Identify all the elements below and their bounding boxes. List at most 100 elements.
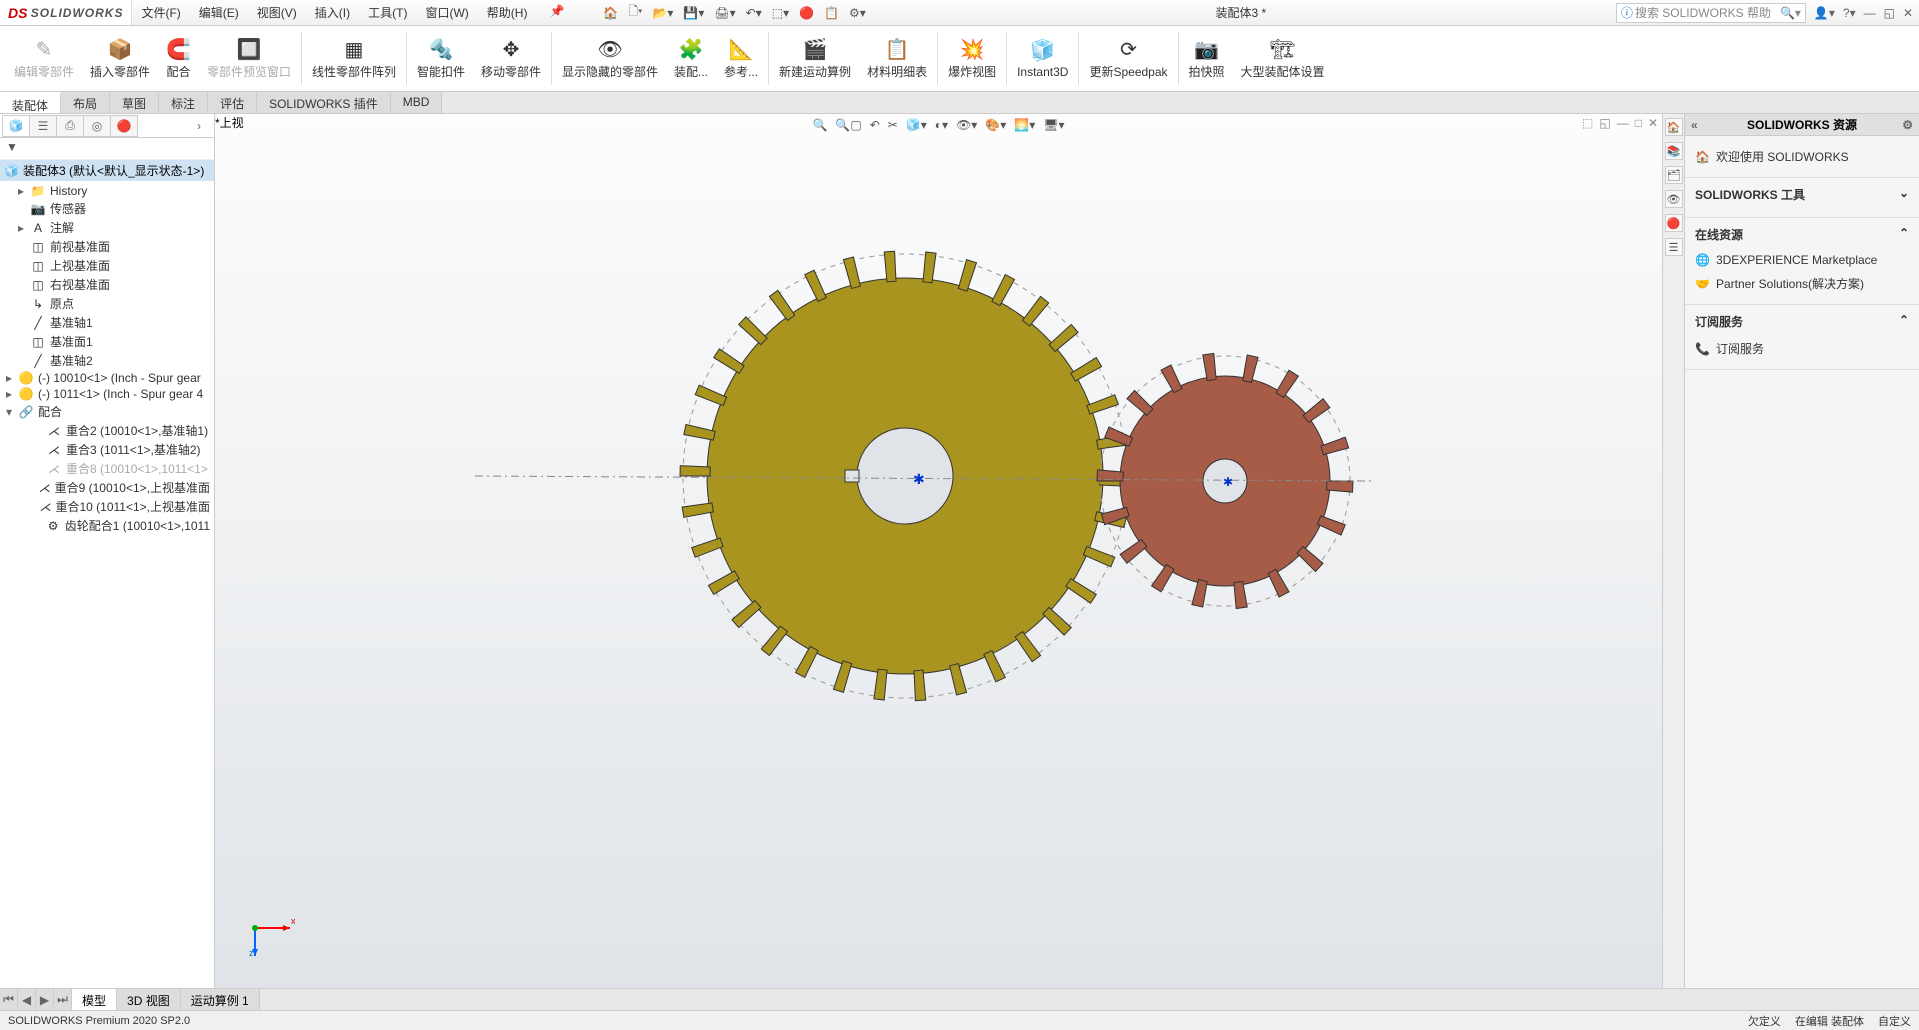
vp-link-icon[interactable]: ⬚ <box>1582 116 1593 130</box>
user-icon[interactable]: 👤▾ <box>1814 6 1835 20</box>
edit-appearance-icon[interactable]: 🎨▾ <box>985 118 1006 132</box>
menu-window[interactable]: 窗口(W) <box>416 4 477 21</box>
cmd-update-speedpak[interactable]: ⟳更新Speedpak <box>1081 28 1175 89</box>
cmd-edit-component[interactable]: ✎编辑零部件 <box>6 28 82 89</box>
menu-help[interactable]: 帮助(H) <box>478 4 537 21</box>
feature-tree-item[interactable]: ⋌重合9 (10010<1>,上视基准面 <box>0 478 214 497</box>
tab-mbd[interactable]: MBD <box>391 92 443 113</box>
tab-layout[interactable]: 布局 <box>61 92 110 113</box>
tab-plugins[interactable]: SOLIDWORKS 插件 <box>257 92 391 113</box>
feature-tree-item[interactable]: ▾🔗配合 <box>0 402 214 421</box>
tab-annotate[interactable]: 标注 <box>159 92 208 113</box>
ft-tab-appearance-icon[interactable]: 🔴 <box>110 115 138 137</box>
cmd-instant3d[interactable]: 🧊Instant3D <box>1009 28 1076 89</box>
feature-tree-item[interactable]: ⚙齿轮配合1 (10010<1>,1011 <box>0 516 214 535</box>
feature-tree-item[interactable]: ⋌重合2 (10010<1>,基准轴1) <box>0 421 214 440</box>
view-settings-icon[interactable]: 🖥▾ <box>1043 118 1064 132</box>
cmd-preview-window[interactable]: 🔲零部件预览窗口 <box>199 28 299 89</box>
cmd-snapshot[interactable]: 📷拍快照 <box>1181 28 1233 89</box>
feature-filter[interactable]: ▼ <box>0 138 214 160</box>
select-icon[interactable]: ⬚▾ <box>772 6 789 20</box>
vp-max-icon[interactable]: □ <box>1635 116 1642 130</box>
prev-view-icon[interactable]: ↶ <box>870 118 880 132</box>
status-custom[interactable]: 自定义 <box>1878 1013 1911 1029</box>
taskpane-settings-icon[interactable]: ⚙ <box>1902 118 1913 132</box>
btab-motion[interactable]: 运动算例 1 <box>181 989 260 1010</box>
print-icon[interactable]: 🖨▾ <box>714 6 735 20</box>
vp-close-icon[interactable]: ✕ <box>1648 116 1658 130</box>
settings-icon[interactable]: ⚙▾ <box>849 6 866 20</box>
apply-scene-icon[interactable]: 🌅▾ <box>1014 118 1035 132</box>
save-icon[interactable]: 💾▾ <box>683 6 704 20</box>
new-icon[interactable]: 🗋▾ <box>628 2 642 23</box>
tp-partner-solutions[interactable]: 🤝Partner Solutions(解决方案) <box>1695 271 1909 296</box>
cmd-large-assembly[interactable]: 🏗大型装配体设置 <box>1233 28 1333 89</box>
tp-tab-appearance-icon[interactable]: 🔴 <box>1665 214 1683 232</box>
pin-icon[interactable]: 📌 <box>540 4 573 21</box>
home-icon[interactable]: 🏠 <box>603 6 618 20</box>
vp-min-icon[interactable]: — <box>1617 116 1629 130</box>
minimize-icon[interactable]: — <box>1864 6 1876 20</box>
taskpane-collapse-icon[interactable]: « <box>1691 118 1698 132</box>
ft-tab-more-icon[interactable]: › <box>185 115 213 137</box>
zoom-area-icon[interactable]: 🔍▢ <box>835 118 861 132</box>
options-icon[interactable]: 📋 <box>824 6 839 20</box>
ft-tab-property-icon[interactable]: ☰ <box>29 115 57 137</box>
btab-first-icon[interactable]: ⏮ <box>0 989 18 1010</box>
tp-welcome[interactable]: 🏠欢迎使用 SOLIDWORKS <box>1695 144 1909 169</box>
btab-prev-icon[interactable]: ◀ <box>18 989 36 1010</box>
cmd-linear-pattern[interactable]: ▦线性零部件阵列 <box>304 28 404 89</box>
display-style-icon[interactable]: ◐▾ <box>935 118 948 132</box>
feature-tree-item[interactable]: ◫基准面1 <box>0 332 214 351</box>
tp-tools-header[interactable]: SOLIDWORKS 工具⌄ <box>1695 186 1909 203</box>
menu-edit[interactable]: 编辑(E) <box>190 4 248 21</box>
menu-insert[interactable]: 插入(I) <box>306 4 359 21</box>
feature-tree-item[interactable]: ╱基准轴2 <box>0 351 214 370</box>
hide-show-icon[interactable]: 👁▾ <box>956 118 977 132</box>
zoom-fit-icon[interactable]: 🔍 <box>812 118 827 132</box>
feature-tree-item[interactable]: ▸📁History <box>0 183 214 199</box>
help-dropdown-icon[interactable]: ?▾ <box>1843 6 1856 20</box>
menu-tools[interactable]: 工具(T) <box>359 4 416 21</box>
rebuild-icon[interactable]: 🔴 <box>799 6 814 20</box>
cmd-bom[interactable]: 📋材料明细表 <box>859 28 935 89</box>
menu-view[interactable]: 视图(V) <box>248 4 306 21</box>
ft-tab-config-icon[interactable]: ⎙ <box>56 115 84 137</box>
tp-3dx-marketplace[interactable]: 🌐3DEXPERIENCE Marketplace <box>1695 249 1909 271</box>
close-icon[interactable]: ✕ <box>1903 6 1913 20</box>
cmd-show-hide[interactable]: 👁显示隐藏的零部件 <box>554 28 666 89</box>
graphics-viewport[interactable]: 🔍 🔍▢ ↶ ✂ 🧊▾ ◐▾ 👁▾ 🎨▾ 🌅▾ 🖥▾ ⬚ ◱ — □ ✕ <box>215 114 1662 988</box>
btab-model[interactable]: 模型 <box>72 989 117 1010</box>
tp-subscription-header[interactable]: 订阅服务⌃ <box>1695 313 1909 330</box>
tp-tab-library-icon[interactable]: 📚 <box>1665 142 1683 160</box>
vp-popout-icon[interactable]: ◱ <box>1599 116 1610 130</box>
feature-tree-item[interactable]: ▸🟡(-) 1011<1> (Inch - Spur gear 4 <box>0 386 214 402</box>
feature-tree-item[interactable]: ▸🟡(-) 10010<1> (Inch - Spur gear <box>0 370 214 386</box>
btab-last-icon[interactable]: ⏭ <box>54 989 72 1010</box>
tp-subscription-service[interactable]: 📞订阅服务 <box>1695 336 1909 361</box>
cmd-mate[interactable]: 🧲配合 <box>158 28 199 89</box>
btab-next-icon[interactable]: ▶ <box>36 989 54 1010</box>
feature-tree-item[interactable]: 📷传感器 <box>0 199 214 218</box>
tp-online-header[interactable]: 在线资源⌃ <box>1695 226 1909 243</box>
btab-3dview[interactable]: 3D 视图 <box>117 989 181 1010</box>
tp-tab-custom-icon[interactable]: ☰ <box>1665 238 1683 256</box>
tab-assembly[interactable]: 装配体 <box>0 92 61 113</box>
undo-icon[interactable]: ↶▾ <box>746 6 762 20</box>
feature-tree-item[interactable]: ⋌重合8 (10010<1>,1011<1> <box>0 459 214 478</box>
tp-tab-explorer-icon[interactable]: 🗂 <box>1665 166 1683 184</box>
feature-tree-item[interactable]: ▸A注解 <box>0 218 214 237</box>
cmd-explode-view[interactable]: 💥爆炸视图 <box>940 28 1004 89</box>
feature-tree-item[interactable]: ╱基准轴1 <box>0 313 214 332</box>
cmd-move-component[interactable]: ✥移动零部件 <box>473 28 549 89</box>
ft-tab-tree-icon[interactable]: 🧊 <box>2 115 30 137</box>
feature-tree-item[interactable]: ⋌重合10 (1011<1>,上视基准面 <box>0 497 214 516</box>
restore-icon[interactable]: ◱ <box>1884 6 1895 20</box>
cmd-insert-component[interactable]: 📦插入零部件 <box>82 28 158 89</box>
tp-tab-home-icon[interactable]: 🏠 <box>1665 118 1683 136</box>
tab-sketch[interactable]: 草图 <box>110 92 159 113</box>
search-icon[interactable]: 🔍▾ <box>1780 6 1801 20</box>
tab-evaluate[interactable]: 评估 <box>208 92 257 113</box>
view-orient-icon[interactable]: 🧊▾ <box>906 118 927 132</box>
feature-tree-item[interactable]: ◫上视基准面 <box>0 256 214 275</box>
